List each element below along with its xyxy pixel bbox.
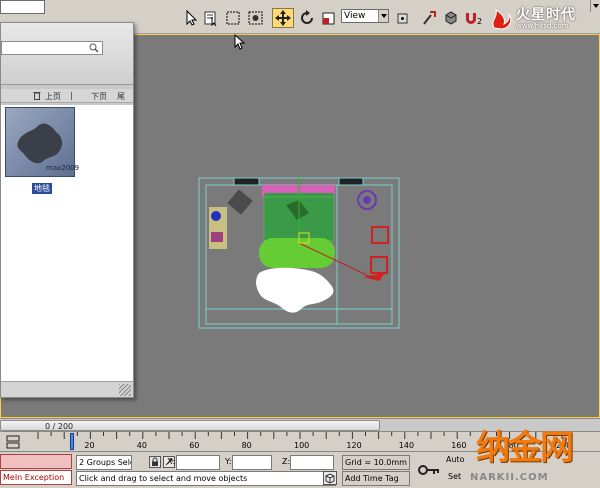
selection-lock-button[interactable] xyxy=(149,456,161,468)
select-and-rotate-button[interactable] xyxy=(297,8,317,28)
add-time-tag-field[interactable]: Add Time Tag xyxy=(342,471,410,486)
panel-header xyxy=(1,23,133,85)
manipulate-icon xyxy=(423,11,436,25)
selection-count: 2 Groups Sele xyxy=(76,455,132,470)
search-icon xyxy=(89,43,99,53)
ruler-tick-label: 100 xyxy=(294,441,310,450)
selection-count-text: 2 Groups Sele xyxy=(79,458,132,467)
svg-text:2: 2 xyxy=(477,17,482,26)
thumbnail-caption: max2009 xyxy=(46,164,80,172)
watermark-logo-bottom: 纳金网 NARKII.COM xyxy=(470,420,600,488)
time-tag-icon xyxy=(325,473,335,484)
watermark-url-text: www.hxsd.com xyxy=(516,22,569,30)
scale-icon xyxy=(322,12,335,25)
set-key-button[interactable]: Set xyxy=(448,472,461,481)
lock-icon xyxy=(152,457,158,466)
next-page-link[interactable]: 下页 xyxy=(91,91,107,102)
chevron-down-icon xyxy=(378,10,388,22)
dashed-rectangle-icon xyxy=(226,11,240,25)
select-by-name-button[interactable] xyxy=(202,8,220,28)
last-page-link[interactable]: 尾 xyxy=(117,91,125,102)
flame-logo-icon xyxy=(492,8,512,30)
z-coordinate-field[interactable] xyxy=(290,455,334,470)
ruler-tick-label: 40 xyxy=(136,441,147,450)
current-frame-marker[interactable] xyxy=(70,433,74,450)
pivot-center-icon xyxy=(397,13,408,24)
material-browser-panel: 上页 | 下页 尾 max2009 地毯 xyxy=(0,22,134,398)
ruler-tick-label: 160 xyxy=(451,441,467,450)
material-thumbnail-list: max2009 地毯 xyxy=(1,105,133,381)
reference-coordinate-dropdown[interactable]: View xyxy=(341,9,389,23)
pivot-center-button[interactable] xyxy=(394,8,412,28)
auto-key-button[interactable]: Auto xyxy=(446,455,465,464)
time-tag-button[interactable] xyxy=(323,471,337,485)
ruler-tick-label: 60 xyxy=(189,441,200,450)
window-crossing-button[interactable] xyxy=(246,8,266,28)
ruler-tick-label: 80 xyxy=(241,441,252,450)
rotate-icon xyxy=(301,10,313,24)
select-and-manipulate-button[interactable] xyxy=(420,8,438,28)
frame-readout: 0 / 200 xyxy=(45,422,74,431)
y-coordinate-field[interactable] xyxy=(232,455,272,470)
grid-spacing-text: Grid = 10.0mm xyxy=(345,458,407,467)
selection-set-dropdown[interactable] xyxy=(0,0,600,14)
prev-page-link[interactable]: 上页 xyxy=(45,91,61,102)
panel-pager: 上页 | 下页 尾 xyxy=(1,89,133,103)
reference-coordinate-value: View xyxy=(344,11,366,21)
watermark-bottom-brand: 纳金网 xyxy=(476,428,574,468)
snaps-toggle-button[interactable]: 2 xyxy=(462,8,486,28)
region-select-button[interactable] xyxy=(224,8,242,28)
ruler-tick-label: 140 xyxy=(398,441,415,450)
select-by-name-icon xyxy=(204,11,217,27)
select-and-scale-button[interactable] xyxy=(320,8,338,28)
magnet-icon: 2 xyxy=(466,13,482,26)
z-label: Z: xyxy=(282,457,291,466)
time-slider-thumb[interactable]: 0 / 200 xyxy=(0,420,380,431)
maxscript-listener[interactable] xyxy=(0,454,72,469)
prompt-line: Click and drag to select and move object… xyxy=(76,471,336,486)
window-crossing-icon xyxy=(248,11,263,25)
ruler-tick-label: 120 xyxy=(346,441,362,450)
select-object-button[interactable] xyxy=(181,8,199,28)
mouse-cursor-icon xyxy=(234,34,246,50)
nav-separator: | xyxy=(70,91,73,100)
x-label: X: xyxy=(167,457,176,466)
trash-icon[interactable] xyxy=(33,91,41,100)
panel-footer xyxy=(1,381,133,397)
resize-grip-icon[interactable] xyxy=(119,384,131,396)
maxscript-error-line[interactable]: MeIn Exception xyxy=(0,470,72,485)
ruler-tick-label: 20 xyxy=(84,441,95,450)
x-coordinate-field[interactable] xyxy=(176,455,220,470)
arrow-pointer-icon xyxy=(186,9,198,26)
mini-curve-editor-icon[interactable] xyxy=(6,435,20,449)
maxscript-error-text: MeIn Exception xyxy=(3,473,65,482)
y-label: Y: xyxy=(225,457,232,466)
set-keys-icon[interactable] xyxy=(416,457,442,483)
watermark-bottom-url: NARKII.COM xyxy=(470,472,549,483)
material-thumbnail[interactable]: max2009 xyxy=(5,107,79,177)
thumbnail-label[interactable]: 地毯 xyxy=(32,183,52,194)
keyboard-shortcut-override-button[interactable] xyxy=(442,8,460,28)
select-and-move-button[interactable] xyxy=(272,8,294,28)
panel-search-input[interactable] xyxy=(1,41,103,55)
move-arrows-icon xyxy=(275,10,291,26)
keyboard-override-icon xyxy=(445,11,457,25)
add-time-tag-text: Add Time Tag xyxy=(345,474,399,483)
prompt-text: Click and drag to select and move object… xyxy=(79,474,248,483)
watermark-logo-top: 火星时代 www.hxsd.com xyxy=(488,4,598,34)
grid-spacing-readout: Grid = 10.0mm xyxy=(342,455,410,470)
watermark-brand-text: 火星时代 xyxy=(516,7,576,23)
